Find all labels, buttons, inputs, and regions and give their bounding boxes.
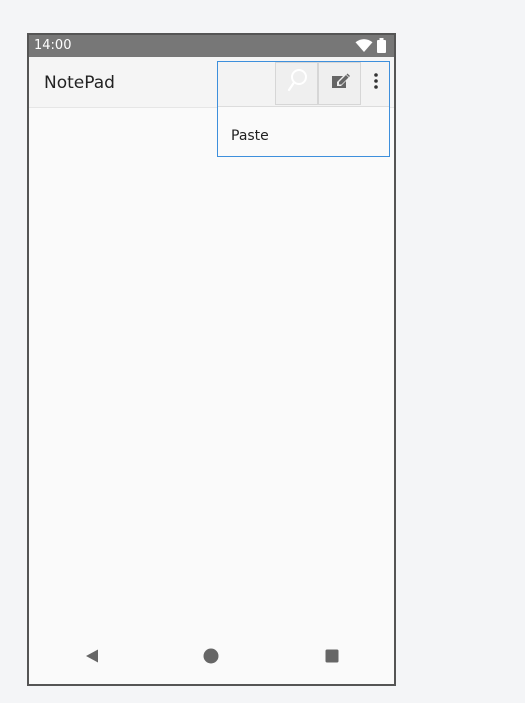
more-vert-icon	[374, 73, 378, 94]
navigation-bar	[29, 634, 394, 684]
search-button[interactable]	[275, 62, 318, 105]
edit-note-icon	[330, 72, 350, 95]
app-title: NotePad	[44, 73, 115, 93]
phone-screen: 14:00 NotePad Paste	[27, 33, 396, 686]
notes-list-area[interactable]	[29, 108, 394, 635]
menu-item-paste[interactable]: Paste	[218, 118, 389, 154]
new-note-button[interactable]	[318, 62, 361, 105]
status-time: 14:00	[34, 38, 72, 53]
search-icon	[286, 68, 308, 99]
recents-button[interactable]	[320, 646, 344, 670]
action-bar-actions	[218, 62, 389, 107]
overflow-menu: Paste	[217, 61, 390, 157]
more-options-button[interactable]	[363, 62, 389, 105]
recents-square-icon	[325, 649, 339, 668]
back-button[interactable]	[80, 646, 104, 670]
back-triangle-icon	[85, 649, 99, 668]
home-button[interactable]	[199, 646, 223, 670]
status-bar: 14:00	[29, 35, 394, 57]
home-circle-icon	[203, 648, 219, 669]
